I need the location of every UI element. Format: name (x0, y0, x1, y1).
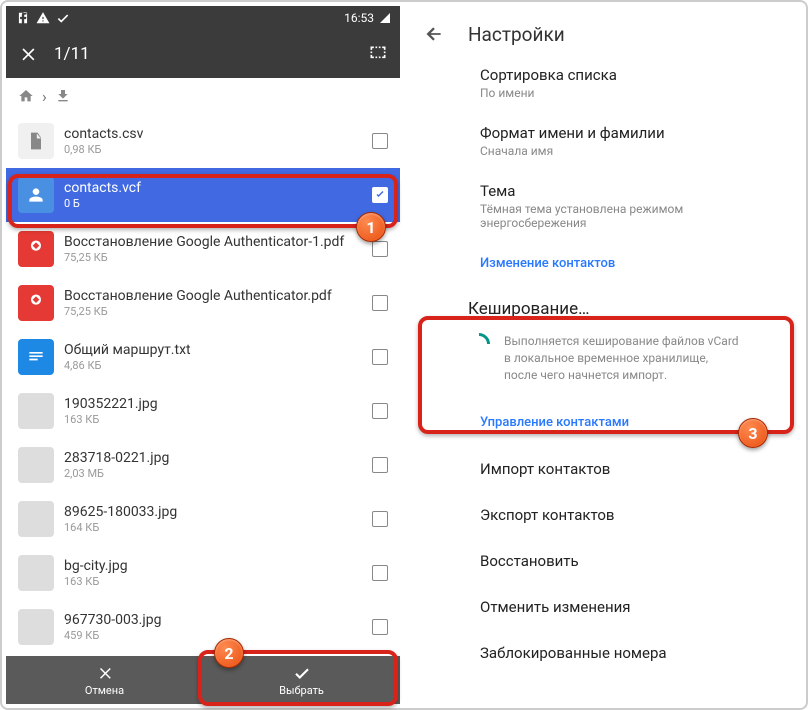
checkbox[interactable] (372, 403, 388, 419)
image-thumbnail (18, 393, 54, 429)
file-item[interactable]: 283718-0221.jpg2,03 МБ (6, 438, 400, 492)
pdf-icon (26, 293, 46, 313)
file-item[interactable]: 89625-180033.jpg164 КБ (6, 492, 400, 546)
file-name: 190352221.jpg (64, 396, 362, 412)
file-size: 163 КБ (64, 413, 362, 426)
breadcrumb[interactable]: › (6, 78, 400, 114)
checkbox[interactable] (372, 187, 388, 203)
file-size: 0 Б (64, 197, 362, 210)
checkbox[interactable] (372, 295, 388, 311)
file-size: 75,25 КБ (64, 251, 362, 264)
setting-sort[interactable]: Сортировка списка По имени (408, 62, 802, 112)
signal-icon (380, 13, 390, 23)
download-icon (55, 88, 71, 104)
file-name: contacts.csv (64, 126, 362, 142)
image-thumbnail (18, 501, 54, 537)
app-bar: Настройки (408, 6, 802, 62)
warning-icon (36, 11, 50, 25)
select-all-icon[interactable] (368, 44, 388, 64)
checkbox[interactable] (372, 511, 388, 527)
file-item[interactable]: 967730-003.jpg459 КБ (6, 600, 400, 654)
file-name: Общий маршрут.txt (64, 342, 362, 358)
settings-screen: Настройки Сортировка списка По имени Фор… (408, 6, 802, 704)
image-thumbnail (18, 555, 54, 591)
setting-blocked[interactable]: Заблокированные номера (408, 630, 802, 676)
facebook-icon (16, 11, 30, 25)
checkbox[interactable] (372, 565, 388, 581)
check-icon (293, 664, 311, 682)
file-item[interactable]: bg-city.jpg163 КБ (6, 546, 400, 600)
home-icon (18, 88, 34, 104)
time-label: 16:53 (344, 11, 374, 25)
callout-badge-3: 3 (738, 418, 768, 448)
selection-count: 1/11 (54, 44, 90, 64)
file-size: 4,86 КБ (64, 359, 362, 372)
setting-export[interactable]: Экспорт контактов (408, 492, 802, 538)
checkbox[interactable] (372, 241, 388, 257)
checkbox[interactable] (372, 457, 388, 473)
file-size: 459 КБ (64, 629, 362, 642)
callout-badge-1: 1 (356, 212, 386, 242)
file-size: 0,98 КБ (64, 143, 362, 156)
page-title: Настройки (468, 23, 565, 46)
cancel-label: Отмена (85, 684, 124, 697)
spinner-icon (463, 328, 494, 359)
setting-restore[interactable]: Восстановить (408, 538, 802, 584)
bottom-bar: Отмена Выбрать (6, 656, 400, 704)
callout-badge-2: 2 (214, 638, 244, 668)
file-name: 283718-0221.jpg (64, 450, 362, 466)
checkbox[interactable] (372, 133, 388, 149)
file-item[interactable]: Восстановление Google Authenticator-1.pd… (6, 222, 400, 276)
file-size: 2,03 МБ (64, 467, 362, 480)
file-name: 967730-003.jpg (64, 612, 362, 628)
file-name: bg-city.jpg (64, 558, 362, 574)
checkbox[interactable] (372, 619, 388, 635)
status-bar: 16:53 (6, 6, 400, 30)
setting-name-format[interactable]: Формат имени и фамилии Сначала имя (408, 112, 802, 170)
setting-import[interactable]: Импорт контактов (408, 446, 802, 492)
back-icon[interactable] (424, 24, 444, 44)
selection-toolbar: 1/11 (6, 30, 400, 78)
check-icon (56, 11, 70, 25)
file-list: contacts.csv0,98 КБ contacts.vcf0 Б Восс… (6, 114, 400, 656)
close-icon (96, 664, 114, 682)
file-name: contacts.vcf (64, 180, 362, 196)
setting-theme[interactable]: Тема Тёмная тема установлена режимом эне… (408, 170, 802, 242)
file-item[interactable]: contacts.vcf0 Б (6, 168, 400, 222)
text-icon (26, 347, 46, 367)
file-icon (26, 131, 46, 151)
setting-undo[interactable]: Отменить изменения (408, 584, 802, 630)
file-size: 164 КБ (64, 521, 362, 534)
file-item[interactable]: 190352221.jpg163 КБ (6, 384, 400, 438)
file-item[interactable]: Общий маршрут.txt4,86 КБ (6, 330, 400, 384)
dialog-text: Выполняется кеширование файлов vCard в л… (504, 333, 742, 383)
file-size: 75,25 КБ (64, 305, 362, 318)
checkbox[interactable] (372, 349, 388, 365)
file-name: Восстановление Google Authenticator.pdf (64, 288, 362, 304)
file-size: 163 КБ (64, 575, 362, 588)
cancel-button[interactable]: Отмена (6, 656, 203, 704)
file-name: 89625-180033.jpg (64, 504, 362, 520)
pdf-icon (26, 239, 46, 259)
file-item[interactable]: contacts.csv0,98 КБ (6, 114, 400, 168)
close-icon[interactable] (18, 44, 38, 64)
image-thumbnail (18, 609, 54, 645)
file-name: Восстановление Google Authenticator-1.pd… (64, 234, 362, 250)
dialog-title: Кеширование… (468, 299, 742, 319)
contact-icon (26, 185, 46, 205)
file-item[interactable]: Восстановление Google Authenticator.pdf7… (6, 276, 400, 330)
choose-label: Выбрать (279, 684, 324, 697)
image-thumbnail (18, 447, 54, 483)
file-picker-screen: 16:53 1/11 › contacts.csv0,98 КБ (6, 6, 400, 704)
section-edit-contacts: Изменение контактов (408, 242, 802, 281)
caching-dialog: Кеширование… Выполняется кеширование фай… (448, 281, 762, 401)
